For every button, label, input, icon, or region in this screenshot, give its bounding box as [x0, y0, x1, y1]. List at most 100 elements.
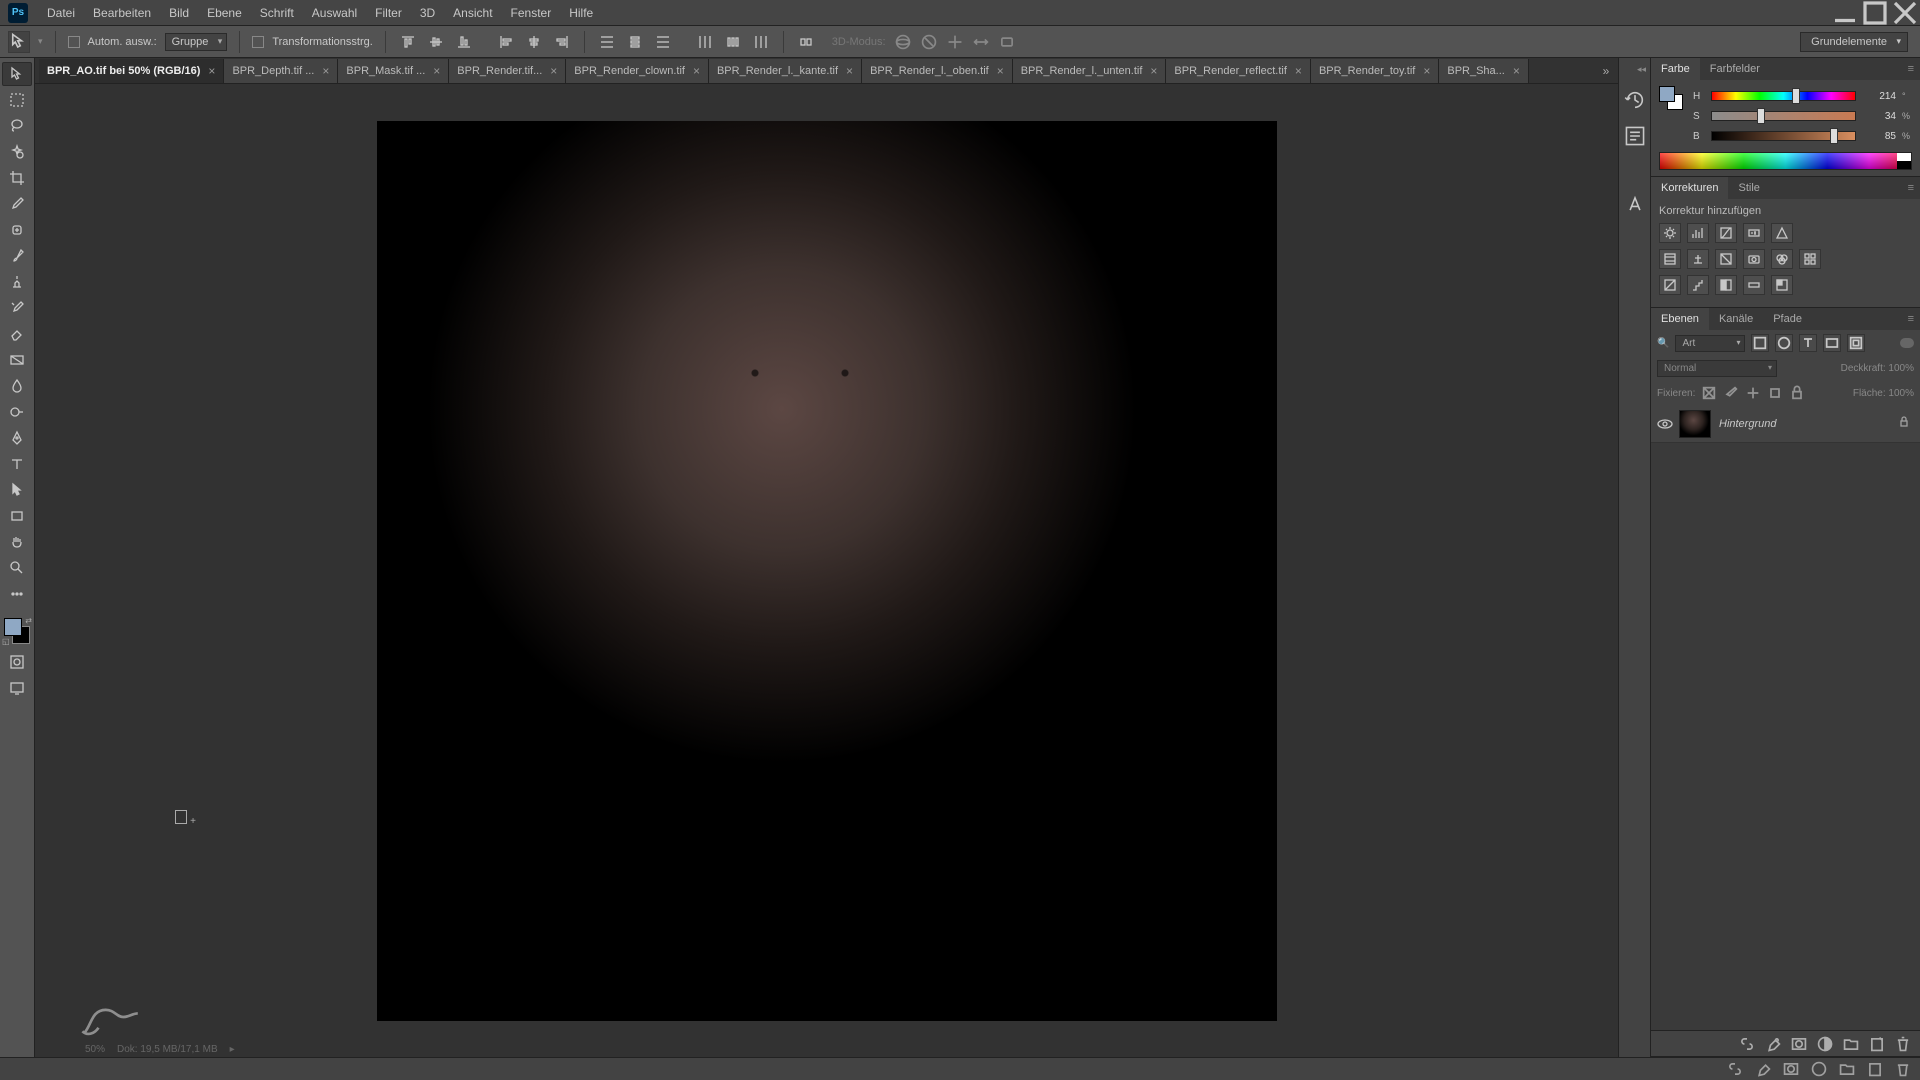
minimize-button[interactable]: [1830, 0, 1860, 26]
link-layers-icon[interactable]: [1726, 1060, 1744, 1078]
filter-smart-icon[interactable]: [1847, 334, 1865, 352]
menu-3d[interactable]: 3D: [411, 0, 444, 25]
document-tab[interactable]: BPR_Render_clown.tif×: [566, 59, 709, 83]
quick-mask-tool[interactable]: [2, 650, 32, 674]
document-tab[interactable]: BPR_AO.tif bei 50% (RGB/16)×: [39, 59, 224, 83]
layer-row[interactable]: Hintergrund: [1651, 405, 1920, 443]
filter-pixel-icon[interactable]: [1751, 334, 1769, 352]
filter-type-icon[interactable]: [1799, 334, 1817, 352]
3d-roll-icon[interactable]: [920, 33, 938, 51]
hand-tool[interactable]: [2, 530, 32, 554]
document-tab[interactable]: BPR_Sha...×: [1439, 59, 1529, 83]
new-layer-icon[interactable]: [1866, 1060, 1884, 1078]
lasso-tool[interactable]: [2, 114, 32, 138]
3d-zoom-icon[interactable]: [998, 33, 1016, 51]
properties-panel-icon[interactable]: [1624, 125, 1646, 147]
menu-filter[interactable]: Filter: [366, 0, 411, 25]
lock-all-icon[interactable]: [1789, 385, 1805, 401]
tab-adjustments[interactable]: Korrekturen: [1651, 177, 1728, 199]
distribute-top-icon[interactable]: [597, 32, 617, 52]
layer-style-icon[interactable]: [1754, 1060, 1772, 1078]
gradient-map-icon[interactable]: [1743, 275, 1765, 295]
tab-close-icon[interactable]: ×: [322, 64, 329, 78]
blend-mode-dropdown[interactable]: Normal: [1657, 360, 1777, 377]
link-layers-icon[interactable]: [1738, 1035, 1756, 1053]
tab-close-icon[interactable]: ×: [1150, 64, 1157, 78]
align-hcenter-icon[interactable]: [524, 32, 544, 52]
healing-tool[interactable]: [2, 218, 32, 242]
tab-close-icon[interactable]: ×: [433, 64, 440, 78]
3d-pan-icon[interactable]: [946, 33, 964, 51]
menu-hilfe[interactable]: Hilfe: [560, 0, 602, 25]
channel-mixer-icon[interactable]: [1771, 249, 1793, 269]
pen-tool[interactable]: [2, 426, 32, 450]
invert-icon[interactable]: [1659, 275, 1681, 295]
group-icon[interactable]: [1842, 1035, 1860, 1053]
auto-align-icon[interactable]: [796, 32, 816, 52]
adjustment-layer-icon[interactable]: [1816, 1035, 1834, 1053]
menu-auswahl[interactable]: Auswahl: [303, 0, 366, 25]
selective-color-icon[interactable]: [1771, 275, 1793, 295]
color-panel-swatch[interactable]: [1659, 86, 1683, 110]
align-left-icon[interactable]: [496, 32, 516, 52]
history-brush-tool[interactable]: [2, 296, 32, 320]
tab-channels[interactable]: Kanäle: [1709, 308, 1763, 330]
character-panel-icon[interactable]: [1624, 193, 1646, 215]
edit-toolbar[interactable]: [2, 582, 32, 606]
tab-close-icon[interactable]: ×: [1423, 64, 1430, 78]
gradient-tool[interactable]: [2, 348, 32, 372]
3d-slide-icon[interactable]: [972, 33, 990, 51]
swap-colors-icon[interactable]: ⇄: [25, 616, 32, 625]
menu-fenster[interactable]: Fenster: [502, 0, 561, 25]
lock-artboard-icon[interactable]: [1767, 385, 1783, 401]
history-panel-icon[interactable]: [1624, 89, 1646, 111]
doc-info[interactable]: Dok: 19,5 MB/17,1 MB: [117, 1044, 218, 1055]
saturation-value[interactable]: 34: [1862, 111, 1896, 122]
layer-name[interactable]: Hintergrund: [1719, 418, 1776, 430]
new-layer-icon[interactable]: [1868, 1035, 1886, 1053]
lock-transparency-icon[interactable]: [1701, 385, 1717, 401]
marquee-tool[interactable]: [2, 88, 32, 112]
opacity-value[interactable]: 100%: [1888, 363, 1914, 374]
dock-collapse-icon[interactable]: ◂◂: [1637, 64, 1646, 75]
distribute-left-icon[interactable]: [695, 32, 715, 52]
crop-tool[interactable]: [2, 166, 32, 190]
canvas-viewport[interactable]: 50% Dok: 19,5 MB/17,1 MB ▸: [35, 84, 1618, 1057]
filter-adjust-icon[interactable]: [1775, 334, 1793, 352]
distribute-vcenter-icon[interactable]: [625, 32, 645, 52]
panel-menu-icon[interactable]: ≡: [1902, 313, 1920, 325]
color-balance-icon[interactable]: [1687, 249, 1709, 269]
layer-mask-icon[interactable]: [1790, 1035, 1808, 1053]
hue-slider[interactable]: [1711, 91, 1856, 101]
foreground-color[interactable]: [4, 618, 22, 636]
close-button[interactable]: [1890, 0, 1920, 26]
menu-ebene[interactable]: Ebene: [198, 0, 251, 25]
tab-swatches[interactable]: Farbfelder: [1700, 58, 1770, 80]
tab-close-icon[interactable]: ×: [1295, 64, 1302, 78]
tab-close-icon[interactable]: ×: [1513, 64, 1520, 78]
rectangle-tool[interactable]: [2, 504, 32, 528]
tab-styles[interactable]: Stile: [1728, 177, 1769, 199]
brush-tool[interactable]: [2, 244, 32, 268]
distribute-right-icon[interactable]: [751, 32, 771, 52]
vibrance-icon[interactable]: [1771, 223, 1793, 243]
type-tool[interactable]: [2, 452, 32, 476]
align-vcenter-icon[interactable]: [426, 32, 446, 52]
tab-close-icon[interactable]: ×: [693, 64, 700, 78]
document-tab[interactable]: BPR_Mask.tif ...×: [338, 59, 449, 83]
adjustment-layer-icon[interactable]: [1810, 1060, 1828, 1078]
hue-sat-icon[interactable]: [1659, 249, 1681, 269]
document-tab[interactable]: BPR_Render_reflect.tif×: [1166, 59, 1311, 83]
group-icon[interactable]: [1838, 1060, 1856, 1078]
document-tab[interactable]: BPR_Depth.tif ...×: [224, 59, 338, 83]
exposure-icon[interactable]: [1743, 223, 1765, 243]
black-white-icon[interactable]: [1715, 249, 1737, 269]
tab-layers[interactable]: Ebenen: [1651, 308, 1709, 330]
filter-toggle[interactable]: [1900, 338, 1914, 348]
curves-icon[interactable]: [1715, 223, 1737, 243]
document-tab[interactable]: BPR_Render_l._unten.tif×: [1013, 59, 1167, 83]
path-select-tool[interactable]: [2, 478, 32, 502]
move-tool[interactable]: [2, 62, 32, 86]
tab-color[interactable]: Farbe: [1651, 58, 1700, 80]
tab-close-icon[interactable]: ×: [208, 64, 215, 78]
